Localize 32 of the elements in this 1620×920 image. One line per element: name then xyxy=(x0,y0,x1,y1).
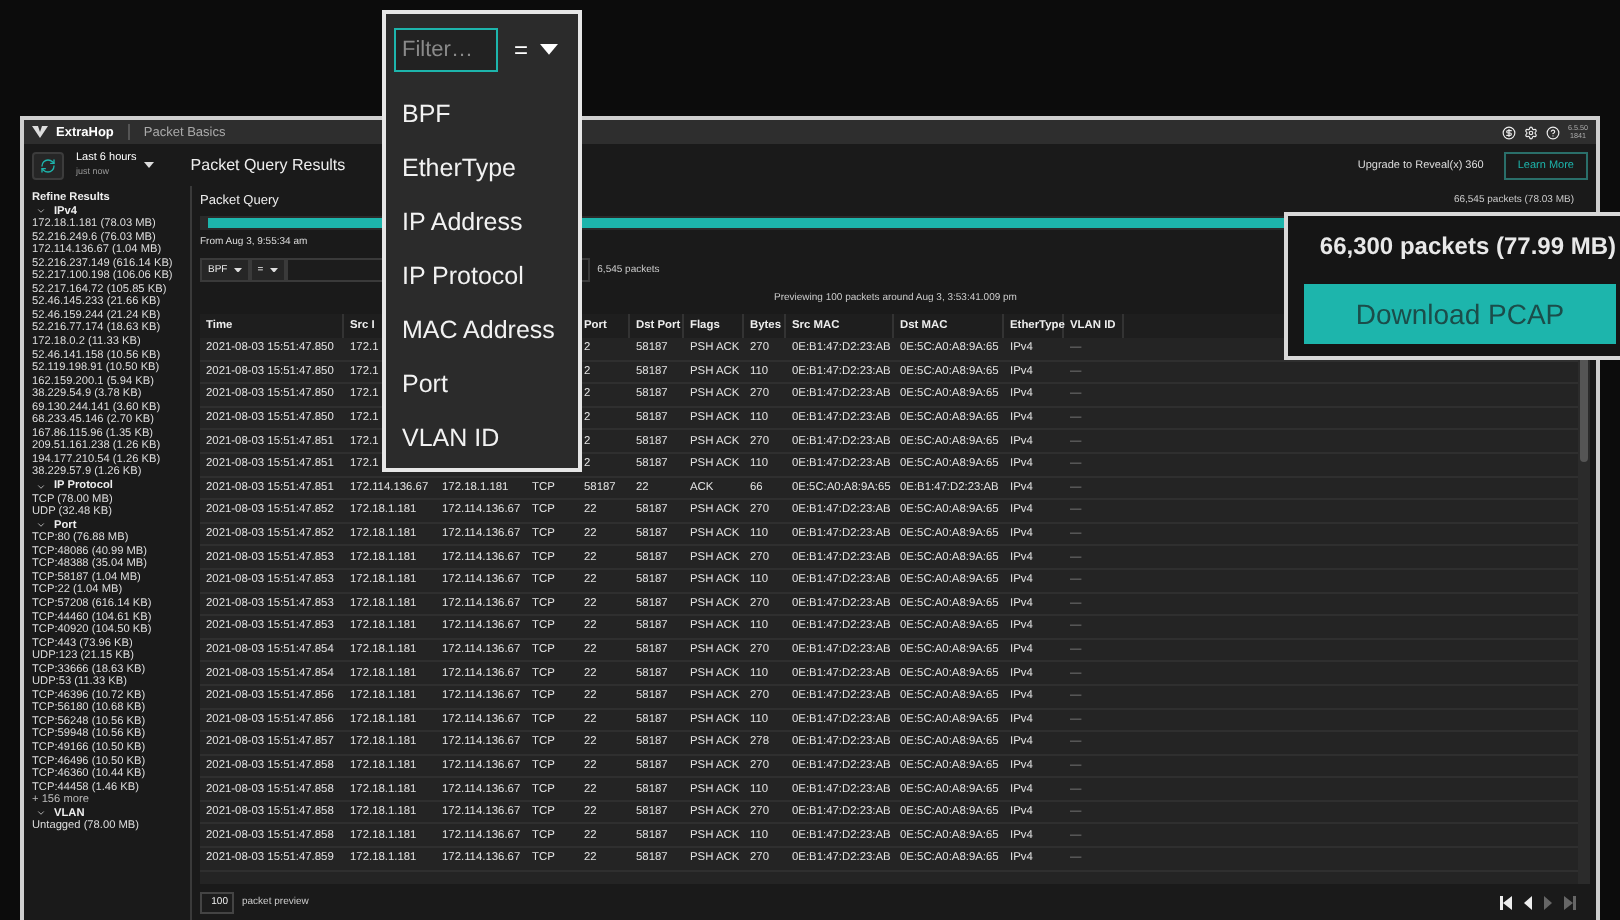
menu-option[interactable]: BPF xyxy=(386,86,451,140)
pager-button[interactable] xyxy=(1522,895,1534,909)
menu-option[interactable]: Port xyxy=(386,356,448,410)
filter-search-field[interactable]: Filter… xyxy=(394,28,498,72)
page-title: Packet Query Results xyxy=(190,156,346,174)
chevron-icon xyxy=(36,520,46,531)
settings-icon[interactable] xyxy=(1524,125,1538,139)
first-page-icon xyxy=(1500,895,1512,909)
logo-icon xyxy=(32,126,48,138)
menu-option[interactable]: EtherType xyxy=(386,140,516,194)
caret-icon xyxy=(540,44,559,56)
refresh-icon xyxy=(40,157,56,173)
last-page-icon xyxy=(1564,895,1576,909)
caret-icon xyxy=(269,267,278,273)
operator-dropdown[interactable]: = xyxy=(510,36,563,64)
next-page-icon xyxy=(1544,895,1552,909)
chevron-icon xyxy=(36,481,46,492)
pager-button[interactable] xyxy=(1498,895,1514,909)
previous-page-icon xyxy=(1524,895,1532,909)
refresh-button[interactable] xyxy=(32,151,64,179)
help-icon[interactable] xyxy=(1546,125,1560,139)
menu-option[interactable]: IP Protocol xyxy=(386,248,524,302)
chevron-icon xyxy=(36,808,46,819)
download-button[interactable]: Download PCAP xyxy=(1304,284,1616,344)
chevron-icon xyxy=(36,206,46,217)
menu-option[interactable]: IP Address xyxy=(386,194,523,248)
caret-icon xyxy=(233,267,242,273)
menu-option[interactable]: VLAN ID xyxy=(386,410,500,464)
caret-icon xyxy=(144,162,155,168)
download-summary: 66,300 packets (77.99 MB) xyxy=(1319,230,1616,262)
dollar-icon[interactable] xyxy=(1502,125,1516,139)
menu-option[interactable]: MAC Address xyxy=(386,302,555,356)
